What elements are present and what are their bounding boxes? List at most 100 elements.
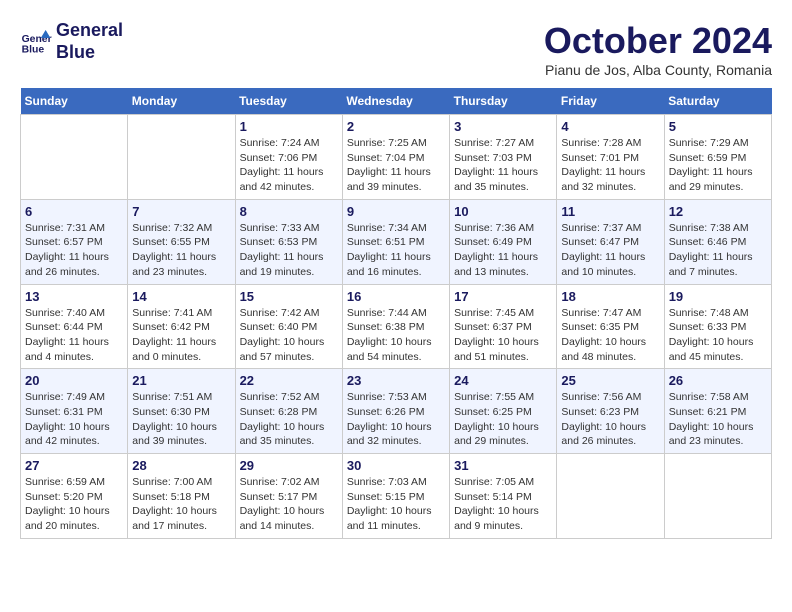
day-number: 25 [561, 373, 659, 388]
calendar-cell: 30 Sunrise: 7:03 AM Sunset: 5:15 PM Dayli… [342, 454, 449, 539]
weekday-header-saturday: Saturday [664, 88, 771, 115]
day-info: Sunrise: 7:38 AM Sunset: 6:46 PM Dayligh… [669, 221, 767, 280]
calendar-cell: 5Sunrise: 7:29 AM Sunset: 6:59 PM Daylig… [664, 115, 771, 200]
calendar-cell: 21Sunrise: 7:51 AM Sunset: 6:30 PM Dayli… [128, 369, 235, 454]
day-info: Sunrise: 7:32 AM Sunset: 6:55 PM Dayligh… [132, 221, 230, 280]
day-info: Sunrise: 7:47 AM Sunset: 6:35 PM Dayligh… [561, 306, 659, 365]
day-number: 30 [347, 458, 445, 473]
day-info: Sunrise: 7:31 AM Sunset: 6:57 PM Dayligh… [25, 221, 123, 280]
calendar-cell: 7 Sunrise: 7:32 AM Sunset: 6:55 PM Daylig… [128, 199, 235, 284]
calendar-cell: 23 Sunrise: 7:53 AM Sunset: 6:26 PM Dayli… [342, 369, 449, 454]
weekday-header-row: SundayMondayTuesdayWednesdayThursdayFrid… [21, 88, 772, 115]
day-number: 26 [669, 373, 767, 388]
calendar-cell: 1 Sunrise: 7:24 AM Sunset: 7:06 PM Daylig… [235, 115, 342, 200]
day-info: Sunrise: 7:49 AM Sunset: 6:31 PM Dayligh… [25, 390, 123, 449]
calendar-cell: 31Sunrise: 7:05 AM Sunset: 5:14 PM Dayli… [450, 454, 557, 539]
calendar-cell: 10 Sunrise: 7:36 AM Sunset: 6:49 PM Dayli… [450, 199, 557, 284]
day-info: Sunrise: 7:53 AM Sunset: 6:26 PM Dayligh… [347, 390, 445, 449]
day-info: Sunrise: 7:27 AM Sunset: 7:03 PM Dayligh… [454, 136, 552, 195]
day-info: Sunrise: 7:40 AM Sunset: 6:44 PM Dayligh… [25, 306, 123, 365]
calendar-cell: 29Sunrise: 7:02 AM Sunset: 5:17 PM Dayli… [235, 454, 342, 539]
calendar-cell: 19 Sunrise: 7:48 AM Sunset: 6:33 PM Dayli… [664, 284, 771, 369]
calendar-cell [557, 454, 664, 539]
day-number: 17 [454, 289, 552, 304]
day-info: Sunrise: 7:44 AM Sunset: 6:38 PM Dayligh… [347, 306, 445, 365]
week-row-2: 6 Sunrise: 7:31 AM Sunset: 6:57 PM Daylig… [21, 199, 772, 284]
day-info: Sunrise: 7:41 AM Sunset: 6:42 PM Dayligh… [132, 306, 230, 365]
day-number: 12 [669, 204, 767, 219]
day-number: 11 [561, 204, 659, 219]
day-number: 7 [132, 204, 230, 219]
calendar-cell [21, 115, 128, 200]
day-info: Sunrise: 7:56 AM Sunset: 6:23 PM Dayligh… [561, 390, 659, 449]
logo-icon: General Blue [20, 26, 52, 58]
day-number: 19 [669, 289, 767, 304]
calendar-cell: 18 Sunrise: 7:47 AM Sunset: 6:35 PM Dayli… [557, 284, 664, 369]
day-info: Sunrise: 7:03 AM Sunset: 5:15 PM Dayligh… [347, 475, 445, 534]
calendar-cell: 15 Sunrise: 7:42 AM Sunset: 6:40 PM Dayli… [235, 284, 342, 369]
day-number: 9 [347, 204, 445, 219]
day-number: 15 [240, 289, 338, 304]
calendar-cell: 13Sunrise: 7:40 AM Sunset: 6:44 PM Dayli… [21, 284, 128, 369]
day-number: 29 [240, 458, 338, 473]
day-info: Sunrise: 7:36 AM Sunset: 6:49 PM Dayligh… [454, 221, 552, 280]
calendar-cell: 25 Sunrise: 7:56 AM Sunset: 6:23 PM Dayli… [557, 369, 664, 454]
calendar-cell: 6 Sunrise: 7:31 AM Sunset: 6:57 PM Daylig… [21, 199, 128, 284]
day-number: 24 [454, 373, 552, 388]
day-info: Sunrise: 7:42 AM Sunset: 6:40 PM Dayligh… [240, 306, 338, 365]
day-number: 2 [347, 119, 445, 134]
day-info: Sunrise: 7:52 AM Sunset: 6:28 PM Dayligh… [240, 390, 338, 449]
day-number: 1 [240, 119, 338, 134]
day-number: 23 [347, 373, 445, 388]
calendar-cell: 9Sunrise: 7:34 AM Sunset: 6:51 PM Daylig… [342, 199, 449, 284]
weekday-header-monday: Monday [128, 88, 235, 115]
day-info: Sunrise: 7:28 AM Sunset: 7:01 PM Dayligh… [561, 136, 659, 195]
calendar-cell: 26 Sunrise: 7:58 AM Sunset: 6:21 PM Dayli… [664, 369, 771, 454]
day-number: 10 [454, 204, 552, 219]
day-info: Sunrise: 7:45 AM Sunset: 6:37 PM Dayligh… [454, 306, 552, 365]
weekday-header-thursday: Thursday [450, 88, 557, 115]
day-number: 22 [240, 373, 338, 388]
title-area: October 2024 Pianu de Jos, Alba County, … [544, 20, 772, 78]
day-number: 18 [561, 289, 659, 304]
calendar-table: SundayMondayTuesdayWednesdayThursdayFrid… [20, 88, 772, 539]
weekday-header-wednesday: Wednesday [342, 88, 449, 115]
calendar-cell: 4 Sunrise: 7:28 AM Sunset: 7:01 PM Daylig… [557, 115, 664, 200]
month-title: October 2024 [544, 20, 772, 62]
day-number: 28 [132, 458, 230, 473]
day-number: 8 [240, 204, 338, 219]
weekday-header-tuesday: Tuesday [235, 88, 342, 115]
day-number: 27 [25, 458, 123, 473]
calendar-cell: 27 Sunrise: 6:59 AM Sunset: 5:20 PM Dayli… [21, 454, 128, 539]
page-header: General Blue GeneralBlue October 2024 Pi… [20, 20, 772, 78]
day-number: 3 [454, 119, 552, 134]
day-info: Sunrise: 7:58 AM Sunset: 6:21 PM Dayligh… [669, 390, 767, 449]
week-row-3: 13Sunrise: 7:40 AM Sunset: 6:44 PM Dayli… [21, 284, 772, 369]
day-number: 20 [25, 373, 123, 388]
calendar-cell: 24 Sunrise: 7:55 AM Sunset: 6:25 PM Dayli… [450, 369, 557, 454]
calendar-cell: 3 Sunrise: 7:27 AM Sunset: 7:03 PM Daylig… [450, 115, 557, 200]
day-number: 4 [561, 119, 659, 134]
day-info: Sunrise: 7:25 AM Sunset: 7:04 PM Dayligh… [347, 136, 445, 195]
location: Pianu de Jos, Alba County, Romania [544, 62, 772, 78]
day-info: Sunrise: 7:29 AM Sunset: 6:59 PM Dayligh… [669, 136, 767, 195]
calendar-cell: 17 Sunrise: 7:45 AM Sunset: 6:37 PM Dayli… [450, 284, 557, 369]
day-number: 16 [347, 289, 445, 304]
calendar-cell: 12 Sunrise: 7:38 AM Sunset: 6:46 PM Dayli… [664, 199, 771, 284]
day-info: Sunrise: 7:05 AM Sunset: 5:14 PM Dayligh… [454, 475, 552, 534]
week-row-5: 27 Sunrise: 6:59 AM Sunset: 5:20 PM Dayli… [21, 454, 772, 539]
day-info: Sunrise: 7:48 AM Sunset: 6:33 PM Dayligh… [669, 306, 767, 365]
day-number: 6 [25, 204, 123, 219]
day-info: Sunrise: 7:55 AM Sunset: 6:25 PM Dayligh… [454, 390, 552, 449]
day-info: Sunrise: 7:33 AM Sunset: 6:53 PM Dayligh… [240, 221, 338, 280]
day-info: Sunrise: 7:00 AM Sunset: 5:18 PM Dayligh… [132, 475, 230, 534]
calendar-cell: 11Sunrise: 7:37 AM Sunset: 6:47 PM Dayli… [557, 199, 664, 284]
day-number: 14 [132, 289, 230, 304]
logo-text: GeneralBlue [56, 20, 123, 63]
logo: General Blue GeneralBlue [20, 20, 123, 63]
calendar-cell: 14 Sunrise: 7:41 AM Sunset: 6:42 PM Dayli… [128, 284, 235, 369]
day-info: Sunrise: 7:51 AM Sunset: 6:30 PM Dayligh… [132, 390, 230, 449]
day-info: Sunrise: 6:59 AM Sunset: 5:20 PM Dayligh… [25, 475, 123, 534]
weekday-header-friday: Friday [557, 88, 664, 115]
day-info: Sunrise: 7:24 AM Sunset: 7:06 PM Dayligh… [240, 136, 338, 195]
